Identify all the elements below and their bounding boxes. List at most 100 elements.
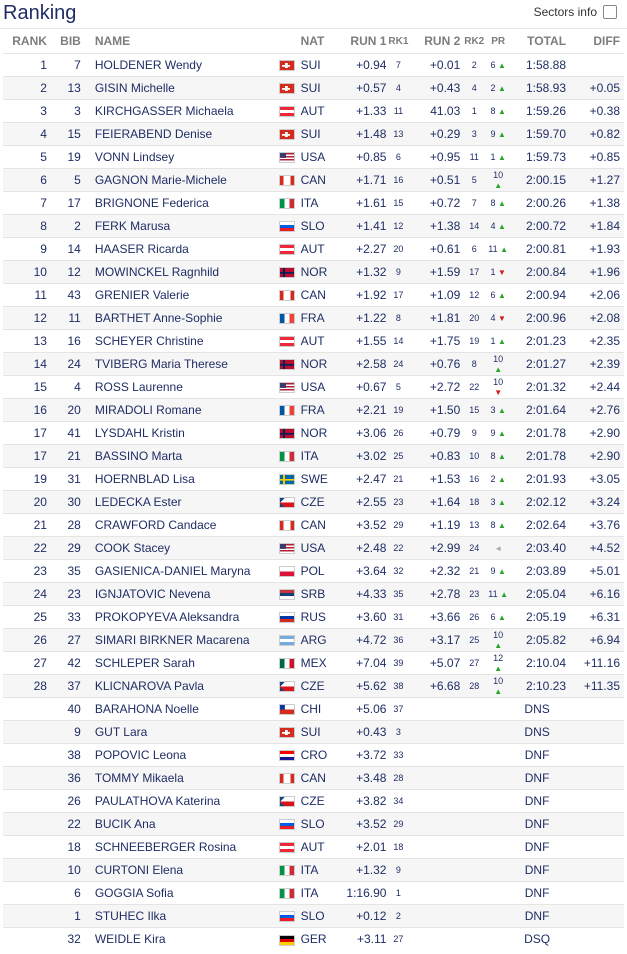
athlete-name-link[interactable]: SCHEYER Christine	[80, 329, 279, 353]
sectors-info-checkbox[interactable]	[603, 5, 617, 19]
athlete-name-link[interactable]: CRAWFORD Candace	[80, 513, 279, 537]
diff-cell	[566, 858, 624, 882]
athlete-name-link[interactable]: SCHLEPER Sarah	[80, 651, 279, 675]
athlete-name-link[interactable]: TVIBERG Maria Therese	[80, 352, 279, 376]
athlete-name-link[interactable]: COOK Stacey	[80, 536, 279, 560]
athlete-name-link[interactable]: FERK Marusa	[80, 214, 279, 238]
athlete-name-link[interactable]: MIRADOLI Romane	[80, 398, 279, 422]
table-row[interactable]: 6 GOGGIA Sofia ITA 1:16.90 1 DNF	[3, 881, 624, 905]
athlete-name-link[interactable]: CURTONI Elena	[80, 858, 279, 882]
table-row[interactable]: 28 37 KLICNAROVA Pavla CZE +5.62 38 +6.6…	[3, 674, 624, 698]
table-row[interactable]: 24 23 IGNJATOVIC Nevena SRB +4.33 35 +2.…	[3, 582, 624, 606]
athlete-name-link[interactable]: LYSDAHL Kristin	[80, 421, 279, 445]
table-row[interactable]: 9 GUT Lara SUI +0.43 3 DNS	[3, 720, 624, 744]
table-row[interactable]: 9 14 HAASER Ricarda AUT +2.27 20 +0.61 6…	[3, 237, 624, 261]
athlete-name-link[interactable]: BARTHET Anne-Sophie	[80, 306, 279, 330]
athlete-name-link[interactable]: TOMMY Mikaela	[80, 766, 279, 790]
table-row[interactable]: 21 28 CRAWFORD Candace CAN +3.52 29 +1.1…	[3, 513, 624, 537]
sectors-info-toggle[interactable]: Sectors info	[534, 5, 617, 19]
athlete-name-link[interactable]: BARAHONA Noelle	[80, 697, 279, 721]
table-row[interactable]: 40 BARAHONA Noelle CHI +5.06 37 DNS	[3, 697, 624, 721]
table-row[interactable]: 26 PAULATHOVA Katerina CZE +3.82 34 DNF	[3, 789, 624, 813]
athlete-name: BRIGNONE Federica	[94, 196, 209, 210]
athlete-name-link[interactable]: SCHNEEBERGER Rosina	[80, 835, 279, 859]
col-rk1[interactable]: RK1	[386, 29, 410, 54]
flag-cell	[278, 375, 301, 399]
bib-cell: 33	[46, 605, 81, 629]
athlete-name-link[interactable]: PAULATHOVA Katerina	[80, 789, 279, 813]
athlete-name-link[interactable]: VONN Lindsey	[80, 145, 279, 169]
table-row[interactable]: 8 2 FERK Marusa SLO +1.41 12 +1.38 14 4 …	[3, 214, 624, 238]
athlete-name-link[interactable]: LEDECKA Ester	[80, 490, 279, 514]
col-total[interactable]: TOTAL	[508, 29, 566, 54]
col-rank[interactable]: RANK	[3, 29, 47, 54]
table-row[interactable]: 27 42 SCHLEPER Sarah MEX +7.04 39 +5.07 …	[3, 651, 624, 675]
athlete-name-link[interactable]: BRIGNONE Federica	[80, 191, 279, 215]
table-row[interactable]: 32 WEIDLE Kira GER +3.11 27 DSQ	[3, 927, 624, 951]
athlete-name-link[interactable]: BUCIK Ana	[80, 812, 279, 836]
athlete-name-link[interactable]: POPOVIC Leona	[80, 743, 279, 767]
athlete-name-link[interactable]: GAGNON Marie-Michele	[80, 168, 279, 192]
col-run1[interactable]: RUN 1	[337, 29, 386, 54]
athlete-name-link[interactable]: GUT Lara	[80, 720, 279, 744]
table-row[interactable]: 11 43 GRENIER Valerie CAN +1.92 17 +1.09…	[3, 283, 624, 307]
athlete-name-link[interactable]: ROSS Laurenne	[80, 375, 279, 399]
col-name[interactable]: NAME	[81, 29, 279, 54]
run1-cell: +3.11	[336, 927, 387, 951]
table-row[interactable]: 26 27 SIMARI BIRKNER Macarena ARG +4.72 …	[3, 628, 624, 652]
table-row[interactable]: 22 29 COOK Stacey USA +2.48 22 +2.99 24 …	[3, 536, 624, 560]
col-pr[interactable]: PR	[488, 29, 508, 54]
athlete-name-link[interactable]: GOGGIA Sofia	[80, 881, 279, 905]
col-nat[interactable]: NAT	[301, 29, 337, 54]
table-row[interactable]: 3 3 KIRCHGASSER Michaela AUT +1.33 11 41…	[3, 99, 624, 123]
athlete-name-link[interactable]: FEIERABEND Denise	[80, 122, 279, 146]
table-row[interactable]: 17 21 BASSINO Marta ITA +3.02 25 +0.83 1…	[3, 444, 624, 468]
table-row[interactable]: 2 13 GISIN Michelle SUI +0.57 4 +0.43 4 …	[3, 76, 624, 100]
athlete-name-link[interactable]: GISIN Michelle	[80, 76, 279, 100]
athlete-name-link[interactable]: PROKOPYEVA Aleksandra	[80, 605, 279, 629]
athlete-name-link[interactable]: KIRCHGASSER Michaela	[80, 99, 279, 123]
table-row[interactable]: 10 12 MOWINCKEL Ragnhild NOR +1.32 9 +1.…	[3, 260, 624, 284]
athlete-name-link[interactable]: MOWINCKEL Ragnhild	[80, 260, 279, 284]
table-row[interactable]: 12 11 BARTHET Anne-Sophie FRA +1.22 8 +1…	[3, 306, 624, 330]
run2-cell: +2.32	[410, 559, 461, 583]
table-row[interactable]: 18 SCHNEEBERGER Rosina AUT +2.01 18 DNF	[3, 835, 624, 859]
col-rk2[interactable]: RK2	[460, 29, 488, 54]
table-row[interactable]: 7 17 BRIGNONE Federica ITA +1.61 15 +0.7…	[3, 191, 624, 215]
athlete-name-link[interactable]: KLICNAROVA Pavla	[80, 674, 279, 698]
rk1-cell: 34	[386, 789, 411, 813]
table-row[interactable]: 25 33 PROKOPYEVA Aleksandra RUS +3.60 31…	[3, 605, 624, 629]
athlete-name-link[interactable]: BASSINO Marta	[80, 444, 279, 468]
athlete-name-link[interactable]: SIMARI BIRKNER Macarena	[80, 628, 279, 652]
table-row[interactable]: 16 20 MIRADOLI Romane FRA +2.21 19 +1.50…	[3, 398, 624, 422]
table-row[interactable]: 20 30 LEDECKA Ester CZE +2.55 23 +1.64 1…	[3, 490, 624, 514]
athlete-name-link[interactable]: GASIENICA-DANIEL Maryna	[80, 559, 279, 583]
athlete-name-link[interactable]: GRENIER Valerie	[80, 283, 279, 307]
table-row[interactable]: 6 5 GAGNON Marie-Michele CAN +1.71 16 +0…	[3, 168, 624, 192]
table-row[interactable]: 38 POPOVIC Leona CRO +3.72 33 DNF	[3, 743, 624, 767]
table-row[interactable]: 4 15 FEIERABEND Denise SUI +1.48 13 +0.2…	[3, 122, 624, 146]
table-row[interactable]: 36 TOMMY Mikaela CAN +3.48 28 DNF	[3, 766, 624, 790]
table-row[interactable]: 1 7 HOLDENER Wendy SUI +0.94 7 +0.01 2 6…	[3, 53, 624, 77]
table-row[interactable]: 10 CURTONI Elena ITA +1.32 9 DNF	[3, 858, 624, 882]
table-row[interactable]: 5 19 VONN Lindsey USA +0.85 6 +0.95 11 1…	[3, 145, 624, 169]
athlete-name-link[interactable]: IGNJATOVIC Nevena	[80, 582, 279, 606]
table-row[interactable]: 22 BUCIK Ana SLO +3.52 29 DNF	[3, 812, 624, 836]
athlete-name-link[interactable]: STUHEC Ilka	[80, 904, 279, 928]
athlete-name-link[interactable]: HOERNBLAD Lisa	[80, 467, 279, 491]
athlete-name-link[interactable]: HAASER Ricarda	[80, 237, 279, 261]
table-row[interactable]: 14 24 TVIBERG Maria Therese NOR +2.58 24…	[3, 352, 624, 376]
table-row[interactable]: 19 31 HOERNBLAD Lisa SWE +2.47 21 +1.53 …	[3, 467, 624, 491]
table-row[interactable]: 17 41 LYSDAHL Kristin NOR +3.06 26 +0.79…	[3, 421, 624, 445]
table-row[interactable]: 23 35 GASIENICA-DANIEL Maryna POL +3.64 …	[3, 559, 624, 583]
col-bib[interactable]: BIB	[47, 29, 81, 54]
athlete-name-link[interactable]: WEIDLE Kira	[80, 927, 279, 951]
col-run2[interactable]: RUN 2	[410, 29, 460, 54]
table-row[interactable]: 15 4 ROSS Laurenne USA +0.67 5 +2.72 22 …	[3, 375, 624, 399]
athlete-name-link[interactable]: HOLDENER Wendy	[80, 53, 279, 77]
col-diff[interactable]: DIFF	[566, 29, 624, 54]
diff-cell: +2.39	[566, 352, 624, 376]
table-row[interactable]: 1 STUHEC Ilka SLO +0.12 2 DNF	[3, 904, 624, 928]
table-row[interactable]: 13 16 SCHEYER Christine AUT +1.55 14 +1.…	[3, 329, 624, 353]
run2-cell: +0.51	[410, 168, 461, 192]
